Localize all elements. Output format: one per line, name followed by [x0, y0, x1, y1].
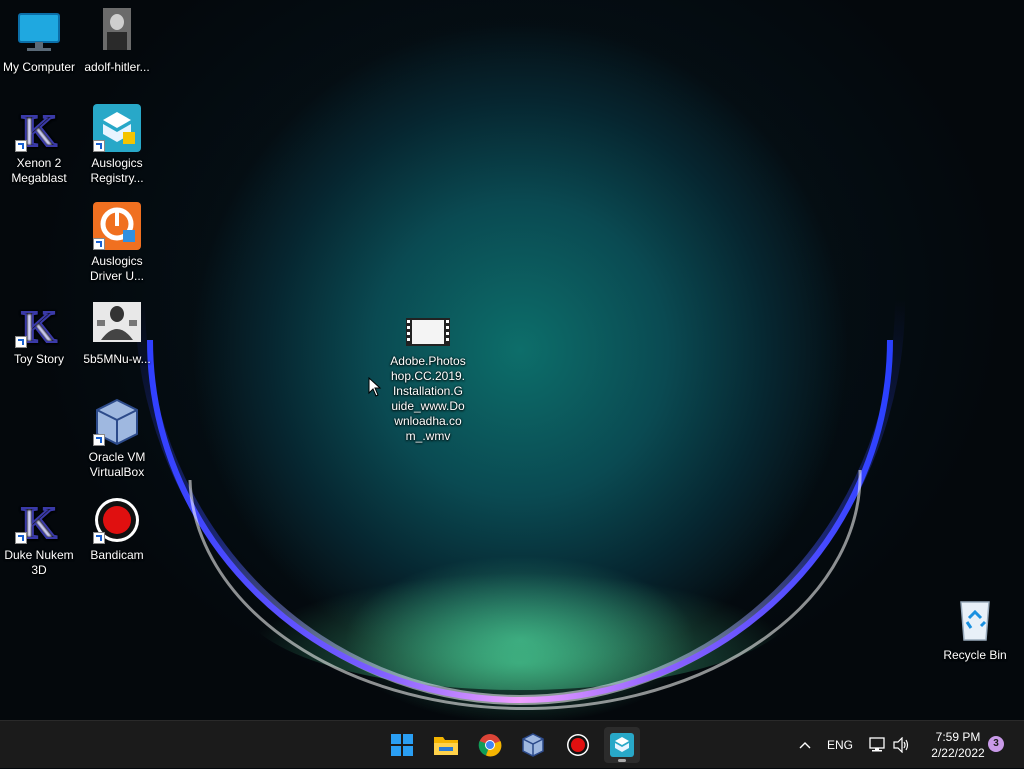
taskbar: ENG 7:59 PM 2/22/2022 [0, 720, 1024, 768]
photo-thumbnail-icon [93, 8, 141, 56]
recycle-bin-icon [951, 596, 999, 644]
desktop-icon-recycle-bin[interactable]: Recycle Bin [936, 596, 1014, 663]
chevron-up-icon [799, 742, 811, 749]
virtualbox-cube-icon [522, 733, 544, 757]
language-label: ENG [826, 738, 853, 752]
tray-overflow-button[interactable] [794, 721, 816, 769]
auslogics-registry-icon [610, 733, 634, 757]
taskbar-auslogics-registry[interactable] [604, 727, 640, 763]
shortcut-arrow-icon [15, 532, 27, 544]
windows-logo-icon [391, 734, 413, 756]
desktop-icon-duke-nukem-3d[interactable]: K Duke Nukem 3D [0, 496, 78, 578]
shortcut-arrow-icon [93, 238, 105, 250]
desktop-icon-auslogics-registry[interactable]: Auslogics Registry... [78, 104, 156, 186]
language-indicator[interactable]: ENG [822, 721, 858, 769]
mouse-cursor-icon [368, 377, 382, 397]
shortcut-arrow-icon [15, 140, 27, 152]
shortcut-arrow-icon [93, 140, 105, 152]
k-launcher-icon: K [15, 300, 63, 353]
desktop-icon-virtualbox[interactable]: Oracle VM VirtualBox [78, 398, 156, 480]
shortcut-arrow-icon [15, 336, 27, 348]
video-file-icon [404, 316, 452, 350]
taskbar-virtualbox[interactable] [515, 727, 551, 763]
network-icon [869, 737, 885, 752]
auslogics-driver-icon [93, 202, 141, 250]
desktop-icon-bandicam[interactable]: Bandicam [78, 496, 156, 563]
desktop-icon-auslogics-driver[interactable]: Auslogics Driver U... [78, 202, 156, 284]
desktop-icon-image-file[interactable]: adolf-hitler... [78, 8, 156, 75]
notification-badge[interactable]: 3 [988, 736, 1004, 752]
desktop-icon-image-file-2[interactable]: 5b5MNu-w... [78, 300, 156, 367]
desktop-icon-video-file[interactable]: Adobe.Photoshop.CC.2019.Installation.Gui… [390, 316, 466, 444]
shortcut-arrow-icon [93, 434, 105, 446]
clock[interactable]: 7:59 PM 2/22/2022 [918, 729, 998, 761]
network-button[interactable] [866, 721, 888, 769]
speaker-icon [893, 737, 909, 753]
shortcut-arrow-icon [93, 532, 105, 544]
clock-time: 7:59 PM [935, 730, 981, 744]
taskbar-chrome[interactable] [472, 727, 508, 763]
virtualbox-cube-icon [93, 398, 141, 446]
volume-button[interactable] [890, 721, 912, 769]
start-button[interactable] [384, 727, 420, 763]
k-launcher-icon: K [15, 104, 63, 157]
desktop-background[interactable]: My Computer adolf-hitler... K Xenon 2 Me… [0, 0, 1024, 720]
k-launcher-icon: K [15, 496, 63, 549]
record-icon [93, 496, 141, 544]
desktop-icon-toy-story[interactable]: K Toy Story [0, 300, 78, 367]
monitor-icon [15, 8, 63, 56]
taskbar-file-explorer[interactable] [428, 727, 464, 763]
desktop-icon-xenon-2[interactable]: K Xenon 2 Megablast [0, 104, 78, 186]
chrome-icon [478, 734, 502, 757]
taskbar-bandicam[interactable] [560, 727, 596, 763]
clock-date: 2/22/2022 [931, 746, 985, 760]
desktop-icon-my-computer[interactable]: My Computer [0, 8, 78, 75]
record-icon [567, 734, 589, 756]
photo-thumbnail-icon [93, 300, 141, 348]
folder-icon [434, 737, 458, 755]
auslogics-registry-icon [93, 104, 141, 152]
